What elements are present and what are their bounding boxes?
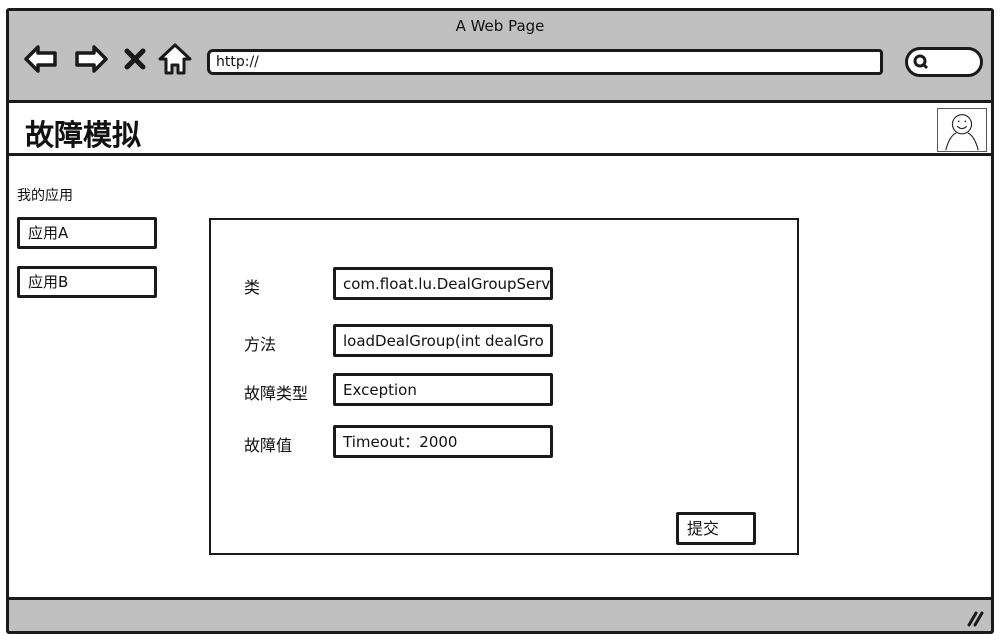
status-bar [9,597,991,631]
fault-value-label: 故障值 [244,436,293,455]
resize-grip-icon[interactable] [965,609,985,627]
stop-x-icon[interactable] [123,41,147,77]
sidebar-title: 我的应用 [17,188,73,204]
back-arrow-icon[interactable] [23,41,59,77]
page-header: 故障模拟 [9,106,991,156]
sidebar-item-app-b[interactable]: 应用B [17,266,157,298]
class-input[interactable]: com.float.lu.DealGroupServ [333,267,553,300]
page-title: 故障模拟 [25,118,142,152]
forward-arrow-icon[interactable] [73,41,109,77]
sidebar-item-app-a[interactable]: 应用A [17,217,157,249]
browser-chrome: A Web Page http:// [9,11,991,103]
submit-button[interactable]: 提交 [676,512,756,545]
home-icon[interactable] [157,41,193,77]
search-icon [913,54,929,70]
url-input[interactable]: http:// [207,49,883,75]
user-avatar-icon[interactable] [937,108,987,152]
search-field[interactable] [905,47,983,77]
method-label: 方法 [244,335,277,354]
fault-form-panel: 类 com.float.lu.DealGroupServ 方法 loadDeal… [209,218,799,555]
fault-value-input[interactable]: Timeout：2000 [333,425,553,458]
fault-type-input[interactable]: Exception [333,373,553,406]
browser-window: A Web Page http:// 故障模拟 我的应用 应用A 应用B 类 c… [6,8,994,634]
method-input[interactable]: loadDealGroup(int dealGro [333,324,553,357]
fault-type-label: 故障类型 [244,384,309,403]
class-label: 类 [244,278,261,297]
window-title: A Web Page [455,17,545,35]
